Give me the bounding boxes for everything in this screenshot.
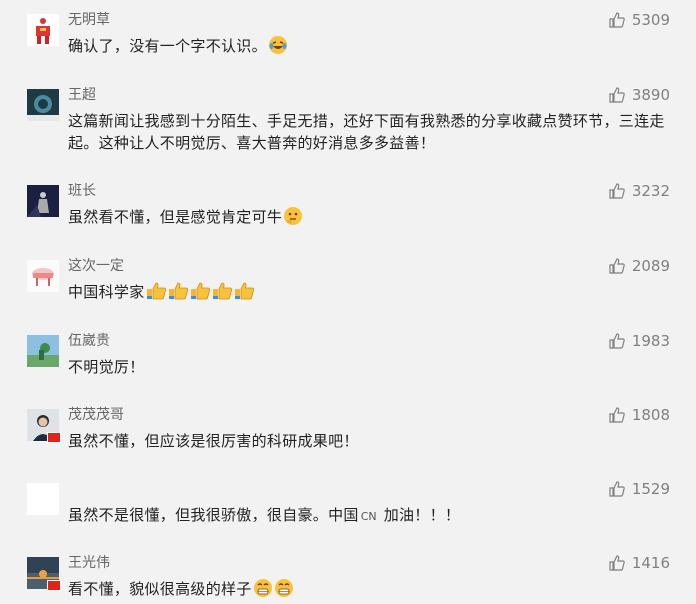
- comment-text: 这篇新闻让我感到十分陌生、手足无措，还好下面有我熟悉的分享收藏点赞环节，三连走起…: [68, 112, 665, 152]
- thumbs-up-icon: [608, 554, 626, 572]
- cn-tag: CN: [360, 510, 377, 523]
- thinking-emoji: [283, 206, 303, 232]
- avatar[interactable]: [27, 557, 61, 591]
- username[interactable]: 无明草: [68, 11, 110, 29]
- avatar[interactable]: [27, 89, 59, 121]
- like-button[interactable]: 1416: [608, 553, 670, 573]
- like-count: 2089: [631, 257, 670, 275]
- like-button[interactable]: 5309: [608, 10, 670, 30]
- username[interactable]: 伍崴贵: [68, 332, 110, 350]
- like-button[interactable]: 3890: [608, 85, 670, 105]
- like-button[interactable]: 2089: [608, 256, 670, 276]
- like-count: 1416: [631, 554, 670, 572]
- avatar[interactable]: [27, 483, 59, 515]
- thumbs-up-icon: [608, 86, 626, 104]
- comment-text: 看不懂，貌似很高级的样子: [68, 578, 668, 604]
- like-count: 1983: [631, 332, 670, 350]
- thumbs-up-emoji: [145, 282, 255, 301]
- username[interactable]: 这次一定: [68, 257, 124, 275]
- like-count: 1808: [631, 406, 670, 424]
- username[interactable]: 茂茂茂哥: [68, 406, 124, 424]
- username[interactable]: 王超: [68, 86, 96, 104]
- like-count: 3890: [631, 86, 670, 104]
- like-button[interactable]: 1808: [608, 405, 670, 425]
- username[interactable]: 王光伟: [68, 554, 110, 572]
- thumbs-up-icon: [608, 11, 626, 29]
- like-count: 3232: [631, 182, 670, 200]
- like-button[interactable]: 1529: [608, 479, 670, 499]
- avatar[interactable]: [27, 409, 61, 443]
- china-flag-badge: [47, 580, 61, 591]
- china-flag-badge: [47, 432, 61, 443]
- avatar[interactable]: [27, 14, 59, 46]
- comment-text: 虽然看不懂，但是感觉肯定可牛: [68, 206, 668, 232]
- like-button[interactable]: 3232: [608, 181, 670, 201]
- comment-text: 虽然不是很懂，但我很骄傲，很自豪。中国 CN 加油！！！: [68, 506, 461, 524]
- avatar[interactable]: [27, 260, 59, 292]
- comment-text: 不明觉厉！: [68, 358, 145, 376]
- avatar[interactable]: [27, 185, 59, 217]
- thumbs-up-icon: [608, 480, 626, 498]
- thumbs-up-icon: [608, 182, 626, 200]
- avatar[interactable]: [27, 335, 59, 367]
- like-button[interactable]: 1983: [608, 331, 670, 351]
- like-count: 1529: [631, 480, 670, 498]
- username[interactable]: 班长: [68, 182, 96, 200]
- grin-emoji: [252, 579, 294, 598]
- thumbs-up-icon: [608, 406, 626, 424]
- laugh-cry-emoji: [268, 35, 288, 61]
- comment-text: 中国科学家: [68, 281, 668, 307]
- comment-text: 虽然不懂，但应该是很厉害的科研成果吧！: [68, 432, 359, 450]
- like-count: 5309: [631, 11, 670, 29]
- thumbs-up-icon: [608, 257, 626, 275]
- thumbs-up-icon: [608, 332, 626, 350]
- comment-text: 确认了，没有一个字不认识。: [68, 35, 668, 61]
